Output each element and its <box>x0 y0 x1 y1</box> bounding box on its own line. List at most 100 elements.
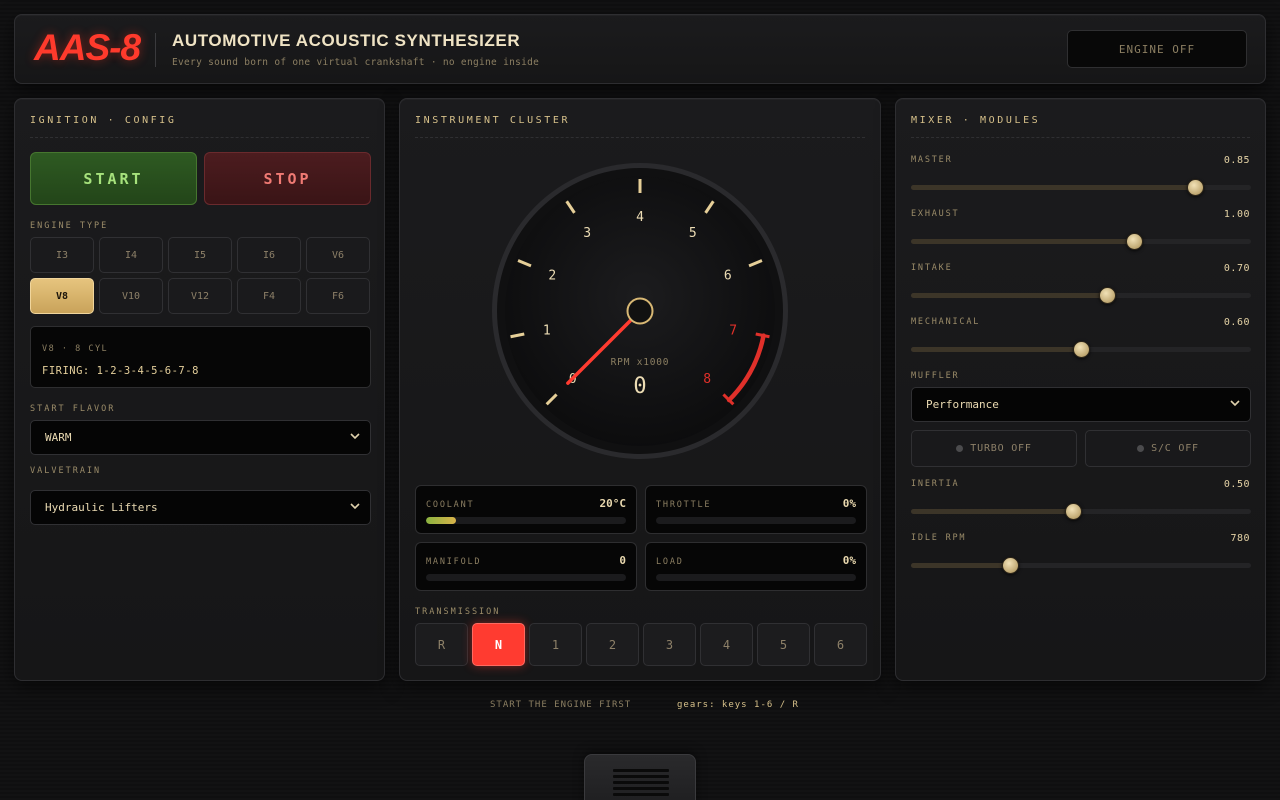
supercharger-toggle[interactable]: S/C OFF <box>1085 430 1251 467</box>
slider-value-master: 0.85 <box>1223 155 1250 166</box>
readout-value: 20°C <box>599 497 627 510</box>
readout-bar <box>426 574 626 581</box>
engine-type-i5[interactable]: I5 <box>168 237 232 273</box>
slider-fill <box>911 239 1134 244</box>
engine-type-v12[interactable]: V12 <box>168 278 232 314</box>
slider-label-master: MASTER <box>911 155 953 165</box>
turbo-toggle-label: TURBO OFF <box>970 443 1032 454</box>
engine-type-f4[interactable]: F4 <box>237 278 301 314</box>
slider-fill <box>911 347 1081 352</box>
mechanical-slider[interactable] <box>911 341 1251 358</box>
slider-thumb[interactable] <box>1001 557 1019 574</box>
readout-label: LOAD <box>656 557 684 567</box>
slider-fill <box>911 509 1073 514</box>
engine-type-v10[interactable]: V10 <box>99 278 163 314</box>
gauge-unit-label: RPM x1000 <box>611 357 670 368</box>
instrument-cluster-panel: INSTRUMENT CLUSTER 012345678 RPM x1000 0… <box>399 98 881 681</box>
slider-thumb[interactable] <box>1073 341 1090 358</box>
muffler-select[interactable]: Performance <box>911 387 1251 422</box>
valvetrain-label: VALVETRAIN <box>30 466 102 476</box>
muffler-label: MUFFLER <box>911 371 960 381</box>
readout-bar-fill <box>426 517 456 524</box>
status-dot-icon <box>956 445 964 452</box>
transmission-gear-row: RN123456 <box>415 623 867 666</box>
valvetrain-value: Hydraulic Lifters <box>45 501 158 514</box>
chevron-down-icon <box>350 503 360 510</box>
app-title: AUTOMOTIVE ACOUSTIC SYNTHESIZER <box>172 31 521 50</box>
stop-button[interactable]: STOP <box>204 152 371 205</box>
start-flavor-label: START FLAVOR <box>30 404 116 414</box>
exhaust-slider[interactable] <box>911 233 1251 250</box>
readout-value: 0% <box>842 554 856 567</box>
readout-label: COOLANT <box>426 500 475 510</box>
slider-label-mechanical: MECHANICAL <box>911 317 981 327</box>
tachometer-gauge: 012345678 RPM x1000 0 <box>492 163 788 459</box>
slider-label-exhaust: EXHAUST <box>911 209 960 219</box>
section-title-instrument: INSTRUMENT CLUSTER <box>415 115 865 138</box>
slider-thumb[interactable] <box>1064 503 1082 520</box>
gear-button-r[interactable]: R <box>415 623 468 666</box>
gear-button-5[interactable]: 5 <box>757 623 810 666</box>
gear-button-4[interactable]: 4 <box>700 623 753 666</box>
slider-value-inertia: 0.50 <box>1223 479 1250 490</box>
idle-rpm-slider[interactable] <box>911 557 1251 574</box>
engine-info-box: V8 · 8 CYL FIRING: 1-2-3-4-5-6-7-8 <box>30 326 371 388</box>
master-slider[interactable] <box>911 179 1251 196</box>
coolant-readout: COOLANT 20°C <box>415 485 637 534</box>
engine-type-v8[interactable]: V8 <box>30 278 94 314</box>
gauge-tick-label: 5 <box>689 226 697 241</box>
gear-button-n[interactable]: N <box>472 623 525 666</box>
turbo-toggle[interactable]: TURBO OFF <box>911 430 1077 467</box>
header-bar: AAS-8 AUTOMOTIVE ACOUSTIC SYNTHESIZER Ev… <box>14 14 1266 84</box>
slider-thumb[interactable] <box>1098 287 1116 304</box>
section-title-mixer: MIXER · MODULES <box>911 115 1250 138</box>
app-subtitle: Every sound born of one virtual cranksha… <box>172 57 540 68</box>
slider-value-idle-rpm: 780 <box>1230 533 1250 544</box>
slider-fill <box>911 563 1010 568</box>
grille-slot <box>613 781 669 784</box>
grille-slot <box>613 775 669 778</box>
start-flavor-select[interactable]: WARM <box>30 420 371 455</box>
gauge-tick-label: 2 <box>548 269 556 284</box>
gear-button-1[interactable]: 1 <box>529 623 582 666</box>
engine-type-i6[interactable]: I6 <box>237 237 301 273</box>
gear-button-3[interactable]: 3 <box>643 623 696 666</box>
readout-bar <box>426 517 626 524</box>
readout-value: 0% <box>842 497 856 510</box>
engine-type-i3[interactable]: I3 <box>30 237 94 273</box>
gear-button-6[interactable]: 6 <box>814 623 867 666</box>
engine-status-display: ENGINE OFF <box>1067 30 1247 68</box>
gauge-tick-label: 1 <box>543 324 551 339</box>
inertia-slider[interactable] <box>911 503 1251 520</box>
manifold-readout: MANIFOLD 0 <box>415 542 637 591</box>
engine-type-i4[interactable]: I4 <box>99 237 163 273</box>
ignition-config-panel: IGNITION · CONFIG START STOP ENGINE TYPE… <box>14 98 385 681</box>
engine-type-v6[interactable]: V6 <box>306 237 370 273</box>
transmission-label: TRANSMISSION <box>415 607 501 617</box>
mixer-modules-panel: MIXER · MODULES MASTER 0.85 EXHAUST 1.00… <box>895 98 1266 681</box>
valvetrain-select[interactable]: Hydraulic Lifters <box>30 490 371 525</box>
grille-slot <box>613 793 669 796</box>
supercharger-toggle-label: S/C OFF <box>1151 443 1199 454</box>
slider-value-intake: 0.70 <box>1223 263 1250 274</box>
slider-value-exhaust: 1.00 <box>1223 209 1250 220</box>
chevron-down-icon <box>350 433 360 440</box>
gauge-tick-label: 7 <box>729 324 737 339</box>
slider-thumb[interactable] <box>1125 233 1143 250</box>
slider-value-mechanical: 0.60 <box>1223 317 1250 328</box>
intake-slider[interactable] <box>911 287 1251 304</box>
app-logo: AAS-8 <box>34 27 141 68</box>
slider-thumb[interactable] <box>1186 179 1204 196</box>
engine-type-f6[interactable]: F6 <box>306 278 370 314</box>
gear-button-2[interactable]: 2 <box>586 623 639 666</box>
readout-bar <box>656 574 856 581</box>
slider-label-idle-rpm: IDLE RPM <box>911 533 967 543</box>
grille-slot <box>613 769 669 772</box>
start-button[interactable]: START <box>30 152 197 205</box>
gauge-tick-label: 3 <box>583 226 591 241</box>
slider-label-intake: INTAKE <box>911 263 953 273</box>
readout-label: MANIFOLD <box>426 557 482 567</box>
gauge-tick-label: 8 <box>703 372 711 387</box>
logo-divider <box>155 33 156 67</box>
readout-bar <box>656 517 856 524</box>
